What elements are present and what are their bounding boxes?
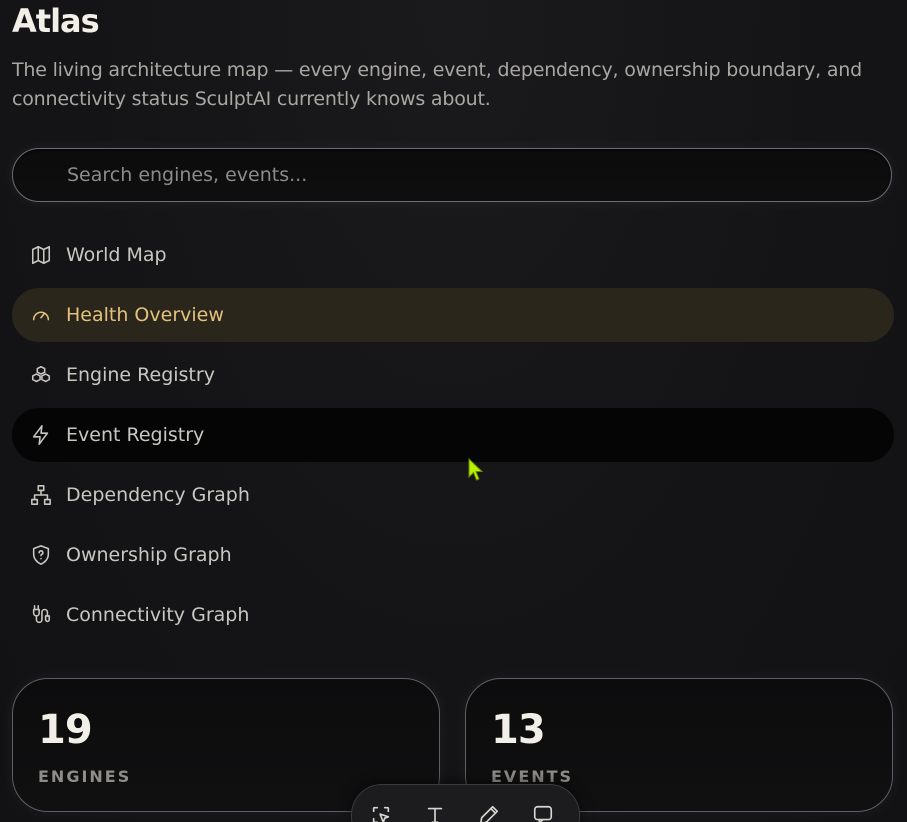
nav-item-label: Dependency Graph — [66, 484, 250, 506]
page-title: Atlas — [12, 2, 100, 40]
comment-icon[interactable] — [531, 803, 555, 822]
nav-item-label: Connectivity Graph — [66, 604, 250, 626]
stat-value: 13 — [491, 707, 546, 753]
atlas-page: Atlas The living architecture map — ever… — [0, 0, 907, 822]
nav-item-label: Health Overview — [66, 304, 224, 326]
network-icon — [30, 484, 52, 506]
nav-item-label: World Map — [66, 244, 167, 266]
text-icon[interactable] — [423, 803, 447, 822]
nav-item-label: Engine Registry — [66, 364, 215, 386]
stat-label: ENGINES — [38, 767, 132, 786]
plug-icon — [30, 604, 52, 626]
nav-item-dependency-graph[interactable]: Dependency Graph — [12, 468, 894, 522]
atlas-nav: World Map Health Overview Engine Registr… — [12, 228, 894, 648]
stat-value: 19 — [38, 707, 93, 753]
nav-item-event-registry[interactable]: Event Registry — [12, 408, 894, 462]
search-input[interactable] — [67, 149, 867, 200]
mouse-cursor-icon — [468, 458, 484, 481]
page-subtitle: The living architecture map — every engi… — [12, 59, 862, 110]
gauge-icon — [30, 304, 52, 326]
bolt-icon — [30, 424, 52, 446]
nav-item-label: Ownership Graph — [66, 544, 232, 566]
nav-item-world-map[interactable]: World Map — [12, 228, 894, 282]
boxes-icon — [30, 364, 52, 386]
floating-toolbar — [351, 784, 580, 822]
map-icon — [30, 244, 52, 266]
search-box[interactable] — [12, 148, 892, 202]
pen-icon[interactable] — [477, 803, 501, 822]
nav-item-engine-registry[interactable]: Engine Registry — [12, 348, 894, 402]
select-icon[interactable] — [369, 803, 393, 822]
nav-item-label: Event Registry — [66, 424, 205, 446]
shield-question-icon — [30, 544, 52, 566]
nav-item-connectivity-graph[interactable]: Connectivity Graph — [12, 588, 894, 642]
nav-item-health-overview[interactable]: Health Overview — [12, 288, 894, 342]
nav-item-ownership-graph[interactable]: Ownership Graph — [12, 528, 894, 582]
